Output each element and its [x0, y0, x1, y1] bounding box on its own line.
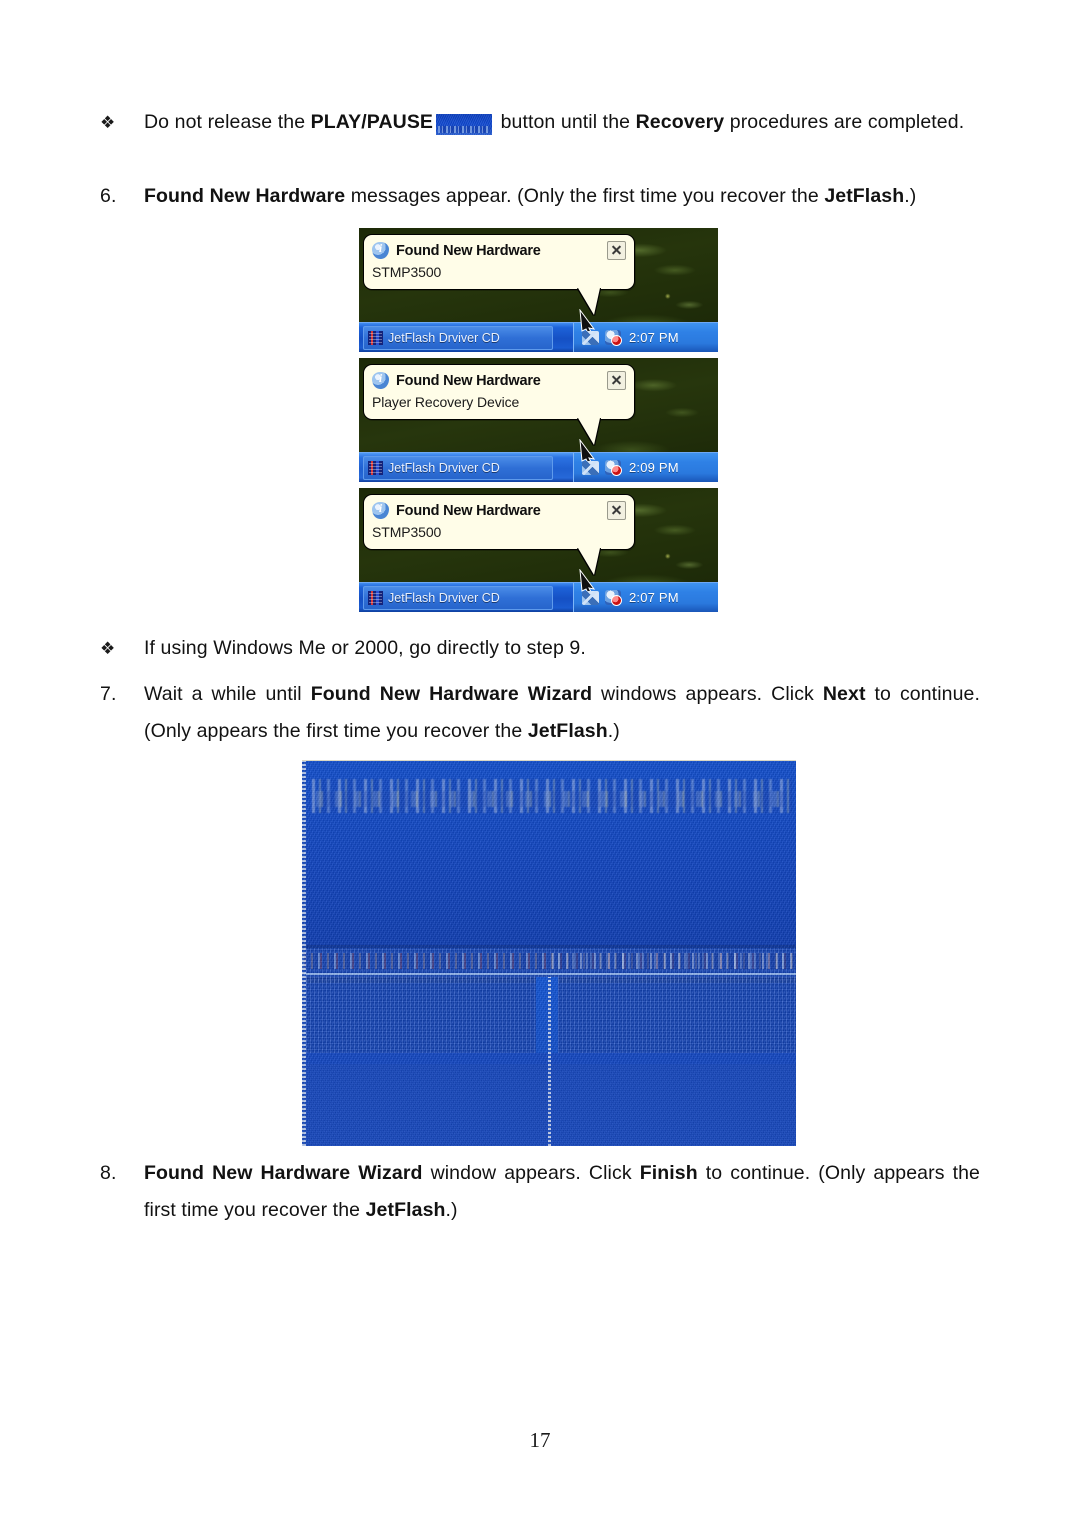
system-tray: 2:07 PM: [573, 569, 718, 612]
text-fragment: Wait a while until: [144, 683, 311, 705]
found-new-hardware-wizard-bold: Found New Hardware Wizard: [310, 683, 593, 705]
notification-balloon: Found New Hardware STMP3500: [363, 234, 635, 315]
balloon-tail: [578, 548, 600, 575]
step-8: 8. Found New Hardware Wizard window appe…: [100, 1155, 980, 1229]
system-tray: 2:09 PM: [573, 439, 718, 482]
text-fragment: button until the: [495, 111, 636, 133]
wizard-left-scroll-edge: [302, 761, 306, 1146]
info-icon: [372, 501, 389, 519]
balloon-device-name: STMP3500: [372, 264, 442, 280]
step-6-marker: 6.: [100, 185, 117, 207]
windows-taskbar: JetFlash Drviver CD 2:09 PM: [359, 439, 718, 482]
found-new-hardware-balloon-screenshot-2: JetFlash Drviver CD 2:09 PM Found New Ha…: [359, 358, 718, 482]
wizard-divider-mid: [302, 973, 796, 975]
step-8-text: Found New Hardware Wizard window appears…: [144, 1155, 980, 1229]
bullet-diamond-icon: ❖: [100, 113, 116, 132]
notification-balloon: Found New Hardware Player Recovery Devic…: [363, 364, 635, 445]
network-icon[interactable]: [582, 460, 599, 475]
step-7-marker: 7.: [100, 683, 117, 705]
balloon-title: Found New Hardware: [396, 502, 541, 519]
windows-taskbar: JetFlash Drviver CD 2:07 PM: [359, 309, 718, 352]
bullet-do-not-release-text: Do not release the PLAY/PAUSE button unt…: [144, 104, 980, 141]
bullet-windows-me-2000-text: If using Windows Me or 2000, go directly…: [144, 637, 586, 659]
taskbar-clock[interactable]: 2:09 PM: [629, 460, 679, 475]
text-fragment: Do not release the: [144, 111, 311, 133]
play-pause-button-image: [436, 113, 493, 135]
taskbar-clock[interactable]: 2:07 PM: [629, 330, 679, 345]
info-icon: [372, 241, 389, 259]
balloon-header: Found New Hardware: [372, 371, 626, 390]
jetflash-bold: JetFlash: [824, 185, 905, 207]
network-icon[interactable]: [582, 330, 599, 345]
step-6: 6. Found New Hardware messages appear. (…: [100, 178, 990, 215]
step-7: 7. Wait a while until Found New Hardware…: [100, 676, 980, 750]
document-page: ❖ Do not release the PLAY/PAUSE button u…: [0, 0, 1080, 1528]
found-new-hardware-wizard-bold: Found New Hardware Wizard: [144, 1162, 423, 1184]
found-new-hardware-wizard-screenshot: [302, 760, 796, 1146]
jetflash-bold: JetFlash: [527, 720, 608, 742]
text-fragment: .): [904, 185, 917, 207]
taskbar-button-jetflash-driver-cd[interactable]: JetFlash Drviver CD: [363, 325, 553, 350]
taskbar-button-label: JetFlash Drviver CD: [388, 330, 500, 345]
cd-drive-icon: [368, 460, 383, 475]
taskbar-button-label: JetFlash Drviver CD: [388, 590, 500, 605]
bullet-do-not-release: ❖ Do not release the PLAY/PAUSE button u…: [100, 104, 980, 141]
text-fragment: .): [445, 1199, 458, 1221]
security-shield-icon[interactable]: [605, 590, 622, 606]
text-fragment: messages appear. (Only the first time yo…: [345, 185, 825, 207]
finish-bold: Finish: [639, 1162, 698, 1184]
balloon-header: Found New Hardware: [372, 241, 626, 260]
security-shield-icon[interactable]: [605, 330, 622, 346]
close-icon[interactable]: [607, 501, 626, 520]
wizard-right-list-panel: [558, 977, 796, 1053]
recovery-bold: Recovery: [635, 111, 725, 133]
text-fragment: window appears. Click: [422, 1162, 640, 1184]
play-pause-bold: PLAY/PAUSE: [310, 111, 434, 133]
info-icon: [372, 371, 389, 389]
network-icon[interactable]: [582, 590, 599, 605]
taskbar-button-label: JetFlash Drviver CD: [388, 460, 500, 475]
wizard-title-text-garbled-secondary: [316, 791, 786, 807]
page-number: 17: [529, 1428, 551, 1452]
notification-balloon: Found New Hardware STMP3500: [363, 494, 635, 575]
step-8-marker: 8.: [100, 1162, 117, 1184]
balloon-tail: [578, 288, 600, 315]
close-icon[interactable]: [607, 371, 626, 390]
next-bold: Next: [822, 683, 866, 705]
found-new-hardware-balloon-screenshot-3: JetFlash Drviver CD 2:07 PM Found New Ha…: [359, 488, 718, 612]
balloon-title: Found New Hardware: [396, 242, 541, 259]
balloon-device-name: Player Recovery Device: [372, 394, 520, 410]
bullet-diamond-icon: ❖: [100, 639, 116, 658]
wizard-column-gap: [536, 977, 558, 1053]
step-6-text: Found New Hardware messages appear. (Onl…: [144, 178, 990, 215]
found-new-hardware-balloon-screenshot-1: JetFlash Drviver CD 2:07 PM Found New Ha…: [359, 228, 718, 352]
text-fragment: windows appears. Click: [592, 683, 823, 705]
taskbar-button-jetflash-driver-cd[interactable]: JetFlash Drviver CD: [363, 455, 553, 480]
balloon-header: Found New Hardware: [372, 501, 626, 520]
text-fragment: .): [607, 720, 620, 742]
text-fragment: procedures are completed.: [724, 111, 965, 133]
wizard-vertical-divider: [548, 977, 551, 1146]
balloon-tail: [578, 418, 600, 445]
close-icon[interactable]: [607, 241, 626, 260]
taskbar-clock[interactable]: 2:07 PM: [629, 590, 679, 605]
system-tray: 2:07 PM: [573, 309, 718, 352]
security-shield-icon[interactable]: [605, 460, 622, 476]
jetflash-bold: JetFlash: [365, 1199, 446, 1221]
wizard-divider-top: [302, 945, 796, 948]
cd-drive-icon: [368, 590, 383, 605]
taskbar-button-jetflash-driver-cd[interactable]: JetFlash Drviver CD: [363, 585, 553, 610]
balloon-device-name: STMP3500: [372, 524, 442, 540]
bullet-windows-me-2000: ❖ If using Windows Me or 2000, go direct…: [100, 630, 980, 667]
found-new-hardware-bold: Found New Hardware: [144, 185, 346, 207]
wizard-left-list-panel: [306, 977, 536, 1053]
windows-taskbar: JetFlash Drviver CD 2:07 PM: [359, 569, 718, 612]
cd-drive-icon: [368, 330, 383, 345]
wizard-garbled-text-row-right: [552, 953, 796, 969]
balloon-title: Found New Hardware: [396, 372, 541, 389]
step-7-text: Wait a while until Found New Hardware Wi…: [144, 676, 980, 750]
